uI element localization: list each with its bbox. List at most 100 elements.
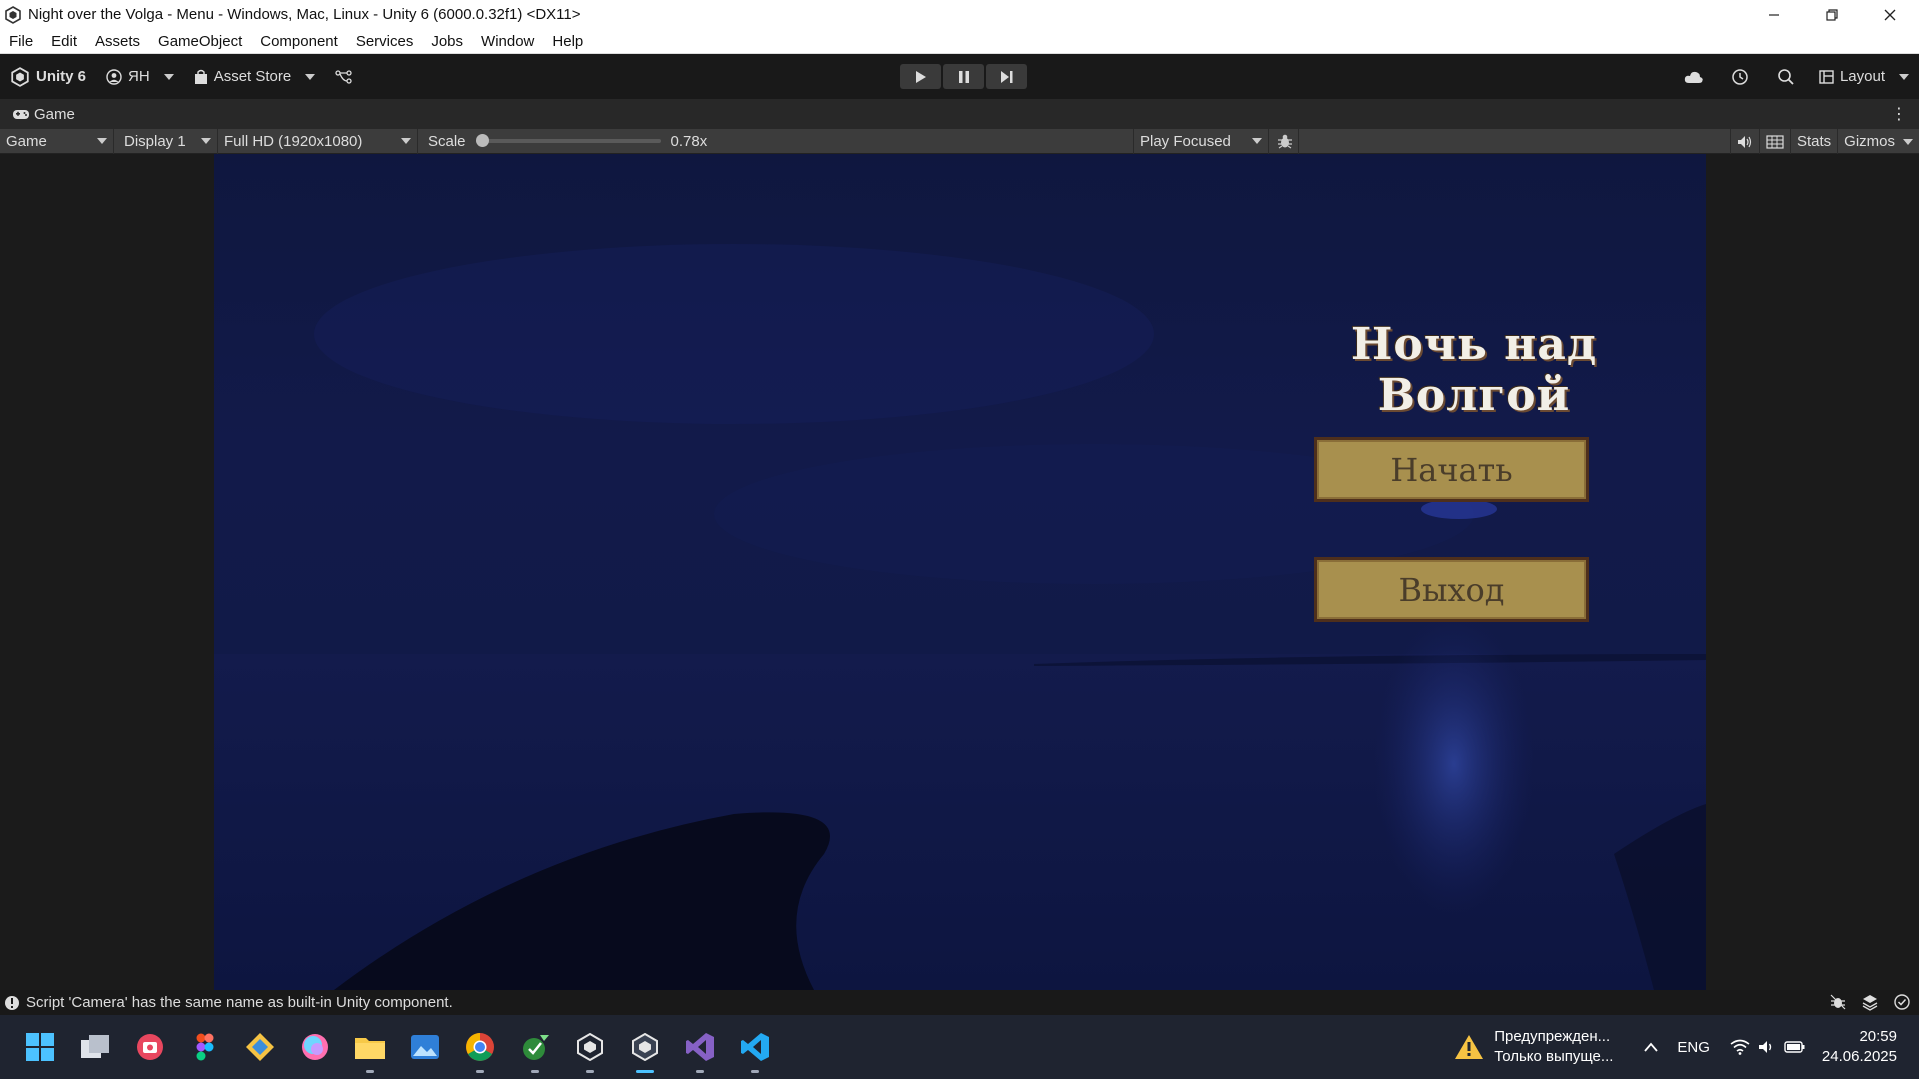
system-tray: Предупрежден... Только выпуще... ENG 20:… xyxy=(1454,1015,1919,1079)
unity-version-button[interactable]: Unity 6 xyxy=(0,66,96,87)
battery-icon[interactable] xyxy=(1784,1040,1806,1054)
view-dropdown[interactable]: Game xyxy=(0,128,114,154)
debug-toggle[interactable] xyxy=(1271,128,1299,154)
tab-game[interactable]: Game xyxy=(0,106,75,123)
scale-slider[interactable] xyxy=(475,134,661,147)
mute-audio-toggle[interactable] xyxy=(1729,129,1759,154)
wifi-icon[interactable] xyxy=(1730,1039,1750,1055)
window-title: Night over the Volga - Menu - Windows, M… xyxy=(28,6,581,23)
resolution-dropdown[interactable]: Full HD (1920x1080) xyxy=(218,128,418,154)
layers-icon[interactable] xyxy=(1861,993,1879,1011)
status-bar: Script 'Camera' has the same name as bui… xyxy=(0,990,1919,1015)
window-titlebar: Night over the Volga - Menu - Windows, M… xyxy=(0,0,1919,29)
search-button[interactable] xyxy=(1763,68,1809,86)
asset-store-dropdown[interactable]: Asset Store xyxy=(184,68,326,85)
play-button[interactable] xyxy=(900,64,941,89)
grid-icon xyxy=(1766,134,1784,149)
taskbar-task-view[interactable] xyxy=(67,1015,122,1079)
chevron-up-icon[interactable] xyxy=(1643,1041,1659,1053)
folder-icon xyxy=(354,1038,385,1059)
taskbar-color-app[interactable] xyxy=(287,1015,342,1079)
more-options-icon[interactable]: ⋮ xyxy=(1891,104,1907,124)
chevron-down-icon xyxy=(201,138,211,144)
gizmos-dropdown[interactable]: Gizmos xyxy=(1837,129,1919,154)
version-control-button[interactable] xyxy=(325,69,363,85)
game-title: Ночь над Волгой xyxy=(1350,319,1598,421)
aspect-grid-toggle[interactable] xyxy=(1758,129,1790,154)
status-message[interactable]: Script 'Camera' has the same name as bui… xyxy=(26,994,453,1011)
toolbar-right: Layout xyxy=(1671,54,1919,99)
volume-icon[interactable] xyxy=(1758,1039,1776,1055)
input-language[interactable]: ENG xyxy=(1677,1039,1710,1056)
chevron-down-icon xyxy=(163,73,174,80)
account-dropdown[interactable]: ЯН xyxy=(96,68,184,85)
taskbar-git-app[interactable] xyxy=(232,1015,287,1079)
menu-jobs[interactable]: Jobs xyxy=(422,29,472,54)
play-controls xyxy=(900,64,1027,89)
display-dropdown-label: Display 1 xyxy=(124,132,186,150)
stats-button[interactable]: Stats xyxy=(1789,129,1837,154)
layout-label: Layout xyxy=(1839,68,1885,85)
speaker-icon xyxy=(1737,135,1752,148)
menu-edit[interactable]: Edit xyxy=(42,29,86,54)
cloud-icon xyxy=(1684,71,1703,83)
info-icon xyxy=(5,995,19,1010)
chevron-down-icon xyxy=(1899,73,1909,80)
taskbar-unity-editor[interactable] xyxy=(617,1015,672,1079)
play-mode-dropdown[interactable]: Play Focused xyxy=(1133,128,1269,154)
cloud-button[interactable] xyxy=(1671,70,1717,84)
unity-logo-icon xyxy=(11,66,29,87)
shopping-bag-icon xyxy=(194,69,207,84)
chevron-down-icon xyxy=(1252,138,1262,144)
taskbar-file-explorer[interactable] xyxy=(342,1015,397,1079)
step-button[interactable] xyxy=(986,64,1027,89)
taskbar-app-green[interactable] xyxy=(507,1015,562,1079)
taskbar-vscode[interactable] xyxy=(727,1015,782,1079)
layout-icon xyxy=(1819,69,1834,84)
close-button[interactable] xyxy=(1861,0,1919,29)
chevron-down-icon xyxy=(97,138,107,144)
scale-slider-handle[interactable] xyxy=(475,134,489,147)
minimize-button[interactable] xyxy=(1745,0,1803,29)
taskbar-figma[interactable] xyxy=(177,1015,232,1079)
git-client-icon xyxy=(245,1033,274,1061)
menu-file[interactable]: File xyxy=(0,29,42,54)
menu-services[interactable]: Services xyxy=(347,29,423,54)
notification-title: Предупрежден... xyxy=(1494,1028,1611,1045)
pause-button[interactable] xyxy=(943,64,984,89)
warning-notification[interactable]: Предупрежден... Только выпуще... xyxy=(1454,1027,1643,1067)
display-dropdown[interactable]: Display 1 xyxy=(114,128,218,154)
restore-icon xyxy=(1826,8,1838,21)
start-button[interactable]: Начать xyxy=(1314,437,1589,502)
taskbar-visual-studio[interactable] xyxy=(672,1015,727,1079)
taskbar-unity-hub[interactable] xyxy=(562,1015,617,1079)
chrome-icon xyxy=(465,1033,494,1061)
menu-window[interactable]: Window xyxy=(472,29,543,54)
clock[interactable]: 20:59 24.06.2025 xyxy=(1806,1027,1919,1067)
taskbar-photos[interactable] xyxy=(397,1015,452,1079)
bug-icon xyxy=(1278,134,1292,149)
asset-store-label: Asset Store xyxy=(213,68,292,85)
restore-button[interactable] xyxy=(1803,0,1861,29)
chevron-down-icon xyxy=(401,138,411,144)
history-button[interactable] xyxy=(1717,68,1763,86)
warning-icon xyxy=(1455,1035,1484,1059)
running-indicator xyxy=(585,1070,594,1073)
layout-dropdown[interactable]: Layout xyxy=(1809,68,1919,85)
taskbar-camera-app[interactable] xyxy=(122,1015,177,1079)
check-circle-icon[interactable] xyxy=(1893,993,1911,1011)
menu-gameobject[interactable]: GameObject xyxy=(149,29,251,54)
game-viewport[interactable]: Ночь над Волгой Начать Выход xyxy=(214,154,1706,990)
menu-assets[interactable]: Assets xyxy=(86,29,149,54)
notification-body: Только выпуще... xyxy=(1494,1048,1614,1065)
exit-button[interactable]: Выход xyxy=(1314,557,1589,622)
game-tab-bar: Game ⋮ xyxy=(0,99,1919,129)
game-view-toolbar-right: Stats Gizmos xyxy=(1729,129,1919,154)
gizmos-label: Gizmos xyxy=(1844,133,1895,150)
menu-component[interactable]: Component xyxy=(251,29,347,54)
debug-off-icon[interactable] xyxy=(1829,993,1847,1011)
menu-help[interactable]: Help xyxy=(543,29,592,54)
start-button-taskbar[interactable] xyxy=(12,1015,67,1079)
running-indicator xyxy=(530,1070,539,1073)
taskbar-chrome[interactable] xyxy=(452,1015,507,1079)
